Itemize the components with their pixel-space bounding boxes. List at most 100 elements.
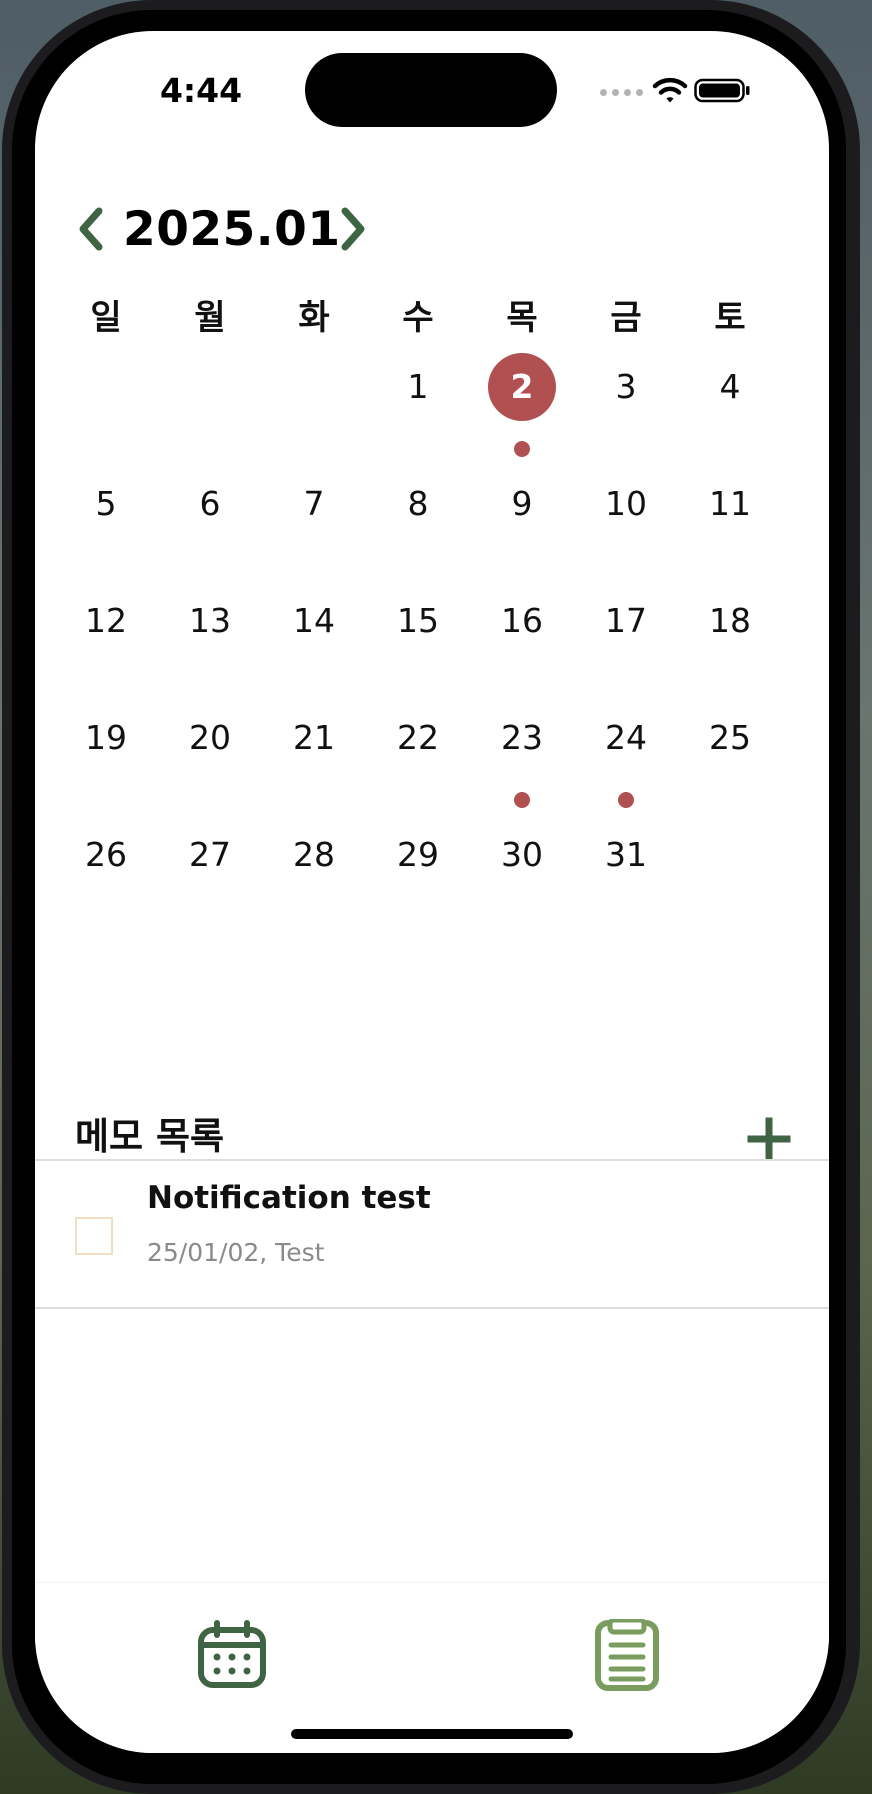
- day-number: 21: [293, 718, 335, 757]
- calendar-day[interactable]: 7: [262, 470, 366, 587]
- calendar-day[interactable]: 22: [366, 704, 470, 821]
- calendar-day[interactable]: 8: [366, 470, 470, 587]
- calendar-day[interactable]: 6: [158, 470, 262, 587]
- calendar-week-row: 5 6 7 8 9 10 11: [54, 470, 782, 587]
- calendar-day[interactable]: 12: [54, 587, 158, 704]
- weekday-label: 화: [298, 298, 330, 338]
- day-number: 14: [293, 601, 335, 640]
- calendar-day[interactable]: 2: [470, 353, 574, 470]
- dynamic-island: [305, 53, 557, 127]
- day-number: 25: [709, 718, 751, 757]
- memo-checkbox[interactable]: [75, 1217, 113, 1255]
- previous-month-button[interactable]: [73, 203, 109, 255]
- day-number: 8: [407, 484, 429, 523]
- calendar-day[interactable]: 5: [54, 470, 158, 587]
- memo-indicator-dot: [618, 792, 634, 808]
- calendar-day[interactable]: 1: [366, 353, 470, 470]
- day-number: 7: [303, 484, 325, 523]
- day-number: 15: [397, 601, 439, 640]
- day-number: 1: [407, 367, 429, 406]
- next-month-button[interactable]: [335, 203, 371, 255]
- day-number: 24: [605, 718, 647, 757]
- calendar-day[interactable]: 16: [470, 587, 574, 704]
- calendar-day[interactable]: 13: [158, 587, 262, 704]
- day-number: 12: [85, 601, 127, 640]
- day-number: 9: [511, 484, 533, 523]
- tab-bar: [35, 1582, 829, 1753]
- calendar-day[interactable]: 23: [470, 704, 574, 821]
- calendar-icon[interactable]: [197, 1620, 267, 1690]
- calendar-day[interactable]: 18: [678, 587, 782, 704]
- status-time: 4:44: [159, 71, 243, 110]
- cellular-signal-icon: [600, 89, 644, 97]
- calendar-day[interactable]: 3: [574, 353, 678, 470]
- day-number: 29: [397, 835, 439, 874]
- selected-day-number: 2: [488, 353, 556, 421]
- weekday-label: 일: [90, 298, 122, 338]
- calendar-day-empty: [158, 353, 262, 470]
- memo-indicator-dot: [514, 441, 530, 457]
- day-number: 30: [501, 835, 543, 874]
- calendar-grid: 1 2 3 4 5 6 7 8 9 10 11 12 13 14 15 16 17 18 19 20 21 22 23 24 2…: [54, 353, 782, 938]
- day-number: 20: [189, 718, 231, 757]
- day-number: 16: [501, 601, 543, 640]
- status-indicators: [600, 73, 750, 113]
- day-number: 23: [501, 718, 543, 757]
- day-number: 3: [615, 367, 637, 406]
- calendar-day[interactable]: 28: [262, 821, 366, 938]
- calendar-day[interactable]: 15: [366, 587, 470, 704]
- calendar-day[interactable]: 20: [158, 704, 262, 821]
- day-number: 10: [605, 484, 647, 523]
- day-number: 27: [189, 835, 231, 874]
- calendar-day[interactable]: 24: [574, 704, 678, 821]
- calendar-day[interactable]: 4: [678, 353, 782, 470]
- divider: [35, 1307, 829, 1309]
- memo-item-title: Notification test: [147, 1180, 431, 1216]
- day-number: 13: [189, 601, 231, 640]
- calendar-day[interactable]: 30: [470, 821, 574, 938]
- day-number: 19: [85, 718, 127, 757]
- calendar-day[interactable]: 17: [574, 587, 678, 704]
- calendar-day[interactable]: 31: [574, 821, 678, 938]
- weekday-label: 월: [194, 298, 226, 338]
- clipboard-list-icon[interactable]: [595, 1619, 659, 1691]
- calendar-day[interactable]: 19: [54, 704, 158, 821]
- calendar-day-empty: [54, 353, 158, 470]
- day-number: 22: [397, 718, 439, 757]
- add-memo-button[interactable]: [747, 1117, 791, 1161]
- day-number: 28: [293, 835, 335, 874]
- home-indicator: [291, 1729, 573, 1739]
- day-number: 5: [95, 484, 117, 523]
- weekday-label: 목: [506, 298, 538, 338]
- weekday-header: 일 월 화 수 목 금 토: [54, 293, 782, 343]
- calendar-week-row: 26 27 28 29 30 31: [54, 821, 782, 938]
- calendar-day[interactable]: 26: [54, 821, 158, 938]
- month-title: 2025.01: [123, 202, 341, 257]
- calendar-day[interactable]: 10: [574, 470, 678, 587]
- memo-item-subtitle: 25/01/02, Test: [147, 1238, 325, 1267]
- calendar-day[interactable]: 14: [262, 587, 366, 704]
- day-number: 31: [605, 835, 647, 874]
- wifi-icon: [652, 77, 688, 103]
- memo-list-title: 메모 목록: [75, 1115, 225, 1158]
- battery-icon: [694, 78, 750, 103]
- calendar-day[interactable]: 21: [262, 704, 366, 821]
- calendar-day[interactable]: 27: [158, 821, 262, 938]
- calendar-day[interactable]: 11: [678, 470, 782, 587]
- calendar-week-row: 19 20 21 22 23 24 25: [54, 704, 782, 821]
- calendar-day[interactable]: 9: [470, 470, 574, 587]
- app-screen: 4:44 2025.01 일 월 화 수 목 금 토 1 2 3 4 5 6 7 8 9 10 11…: [35, 31, 829, 1753]
- calendar-day-empty: [678, 821, 782, 938]
- memo-list-item[interactable]: Notification test 25/01/02, Test: [35, 1161, 829, 1309]
- day-number: 18: [709, 601, 751, 640]
- memo-indicator-dot: [514, 792, 530, 808]
- calendar-day-empty: [262, 353, 366, 470]
- day-number: 26: [85, 835, 127, 874]
- day-number: 6: [199, 484, 221, 523]
- calendar-week-row: 1 2 3 4: [54, 353, 782, 470]
- weekday-label: 토: [714, 298, 746, 338]
- weekday-label: 수: [402, 298, 434, 338]
- day-number: 11: [709, 484, 751, 523]
- calendar-day[interactable]: 29: [366, 821, 470, 938]
- calendar-day[interactable]: 25: [678, 704, 782, 821]
